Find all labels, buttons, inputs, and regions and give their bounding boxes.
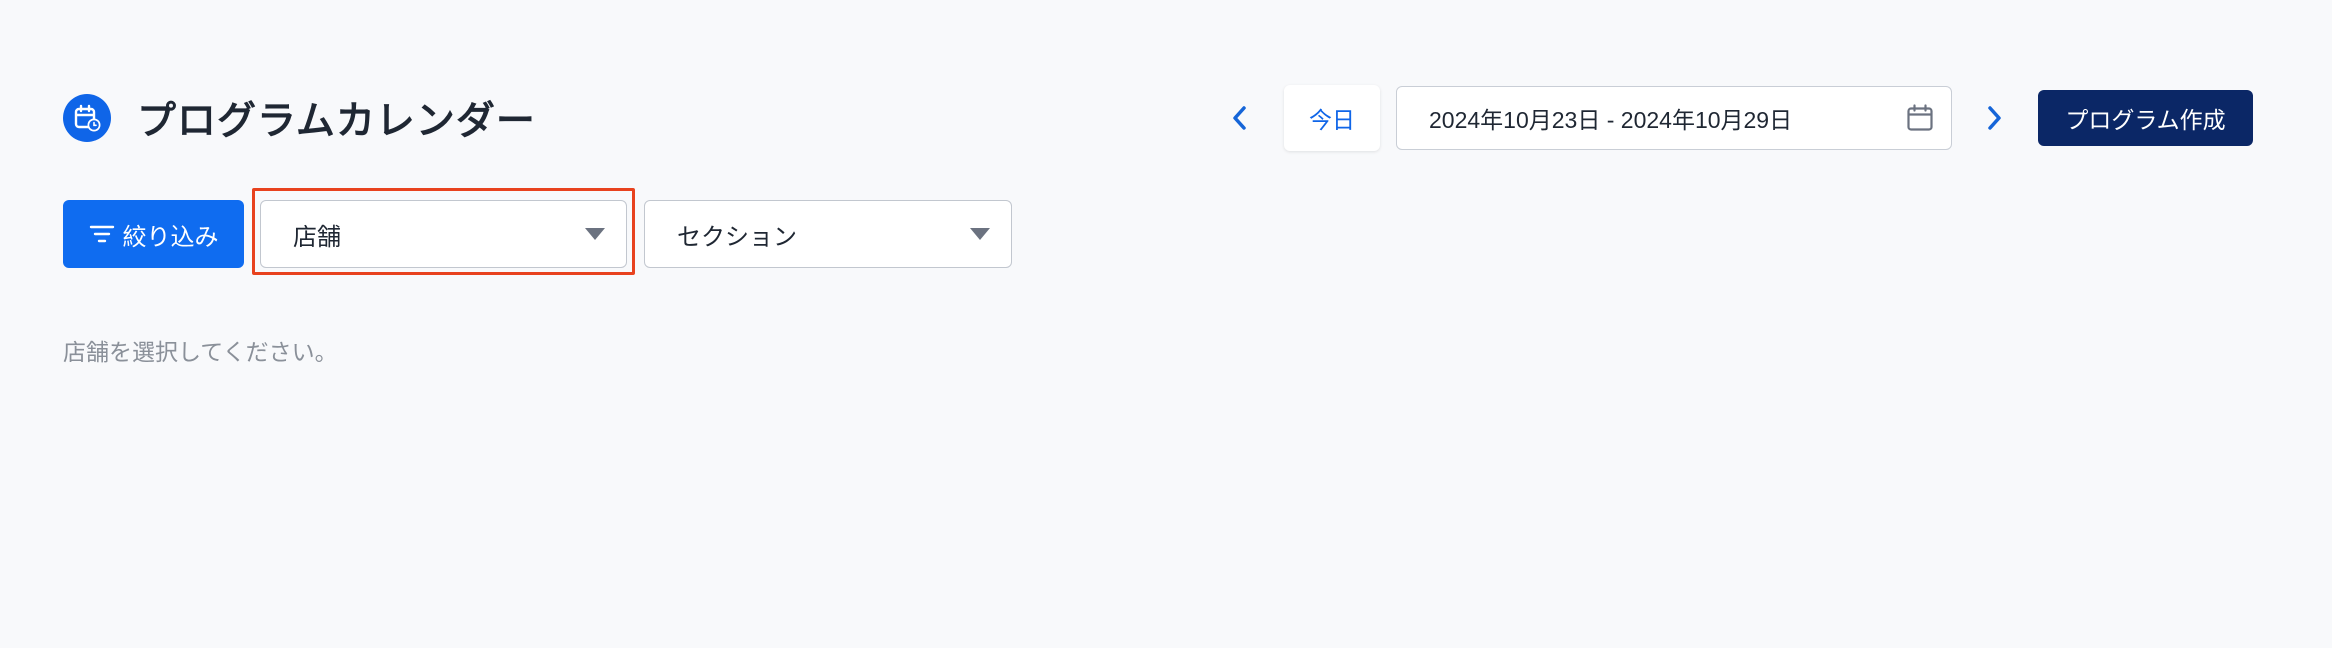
date-range-picker[interactable]: 2024年10月23日 - 2024年10月29日 — [1396, 86, 1952, 150]
store-select[interactable]: 店舗 — [260, 200, 627, 268]
create-program-button[interactable]: プログラム作成 — [2038, 90, 2253, 146]
section-select[interactable]: セクション — [644, 200, 1012, 268]
filter-button-label: 絞り込み — [122, 223, 219, 251]
date-navigation: 今日 2024年10月23日 - 2024年10月29日 プログラム作成 — [1222, 84, 2253, 152]
chevron-right-icon — [1988, 106, 2001, 130]
today-button[interactable]: 今日 — [1284, 85, 1380, 151]
filter-button[interactable]: 絞り込み — [63, 200, 244, 268]
store-select-value: 店舗 — [293, 223, 341, 251]
select-store-message: 店舗を選択してください。 — [63, 339, 338, 365]
page-header: プログラムカレンダー 今日 2024年10月23日 - 2024年10月29日 … — [63, 84, 2253, 152]
caret-down-icon — [970, 228, 990, 240]
page-title: プログラムカレンダー — [137, 100, 536, 143]
caret-down-icon — [585, 228, 605, 240]
section-select-value: セクション — [677, 223, 797, 251]
date-range-value: 2024年10月23日 - 2024年10月29日 — [1429, 107, 1793, 133]
title-group: プログラムカレンダー — [63, 84, 536, 152]
chevron-left-icon — [1233, 106, 1246, 130]
filter-icon — [89, 225, 114, 243]
calendar-clock-icon — [63, 94, 111, 142]
next-week-button[interactable] — [1976, 100, 2012, 136]
previous-week-button[interactable] — [1222, 100, 1258, 136]
calendar-icon — [1907, 104, 1933, 131]
